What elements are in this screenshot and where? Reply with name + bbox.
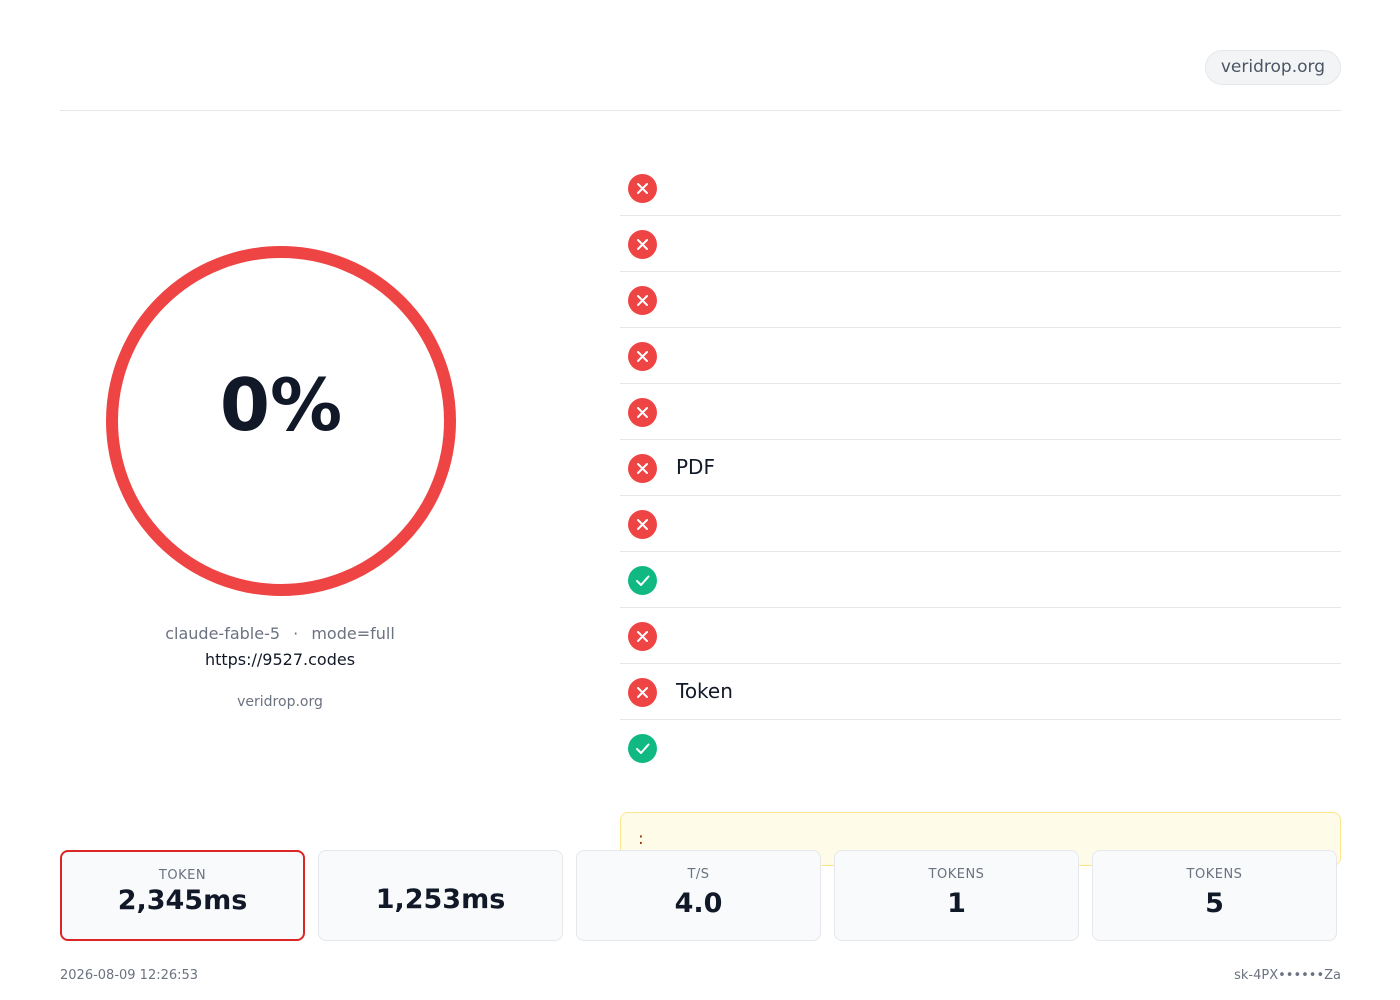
stat-card: TOKENS 1 (834, 850, 1079, 941)
stat-value: 1,253ms (375, 884, 506, 915)
score-ring: 0% (105, 245, 457, 597)
stat-value: 5 (1205, 888, 1224, 919)
x-circle-icon (628, 678, 657, 707)
check-list: PDF Token (620, 160, 1341, 776)
check-circle-icon (628, 566, 657, 595)
stats-bar: TOKEN 2,345ms 1,253ms T/S 4.0 TOKENS 1 TOKEN… (60, 850, 1341, 941)
footer-key: sk-4PX••••••Za (1234, 968, 1341, 983)
x-circle-icon (628, 230, 657, 259)
check-row (620, 496, 1341, 552)
model-info: claude-fable-5 · mode=full (60, 624, 500, 643)
stat-label: T/S (687, 867, 710, 882)
domain-badge[interactable]: veridrop.org (1204, 50, 1341, 85)
check-row (620, 608, 1341, 664)
stat-label: TOKENS (928, 867, 985, 882)
check-circle-icon (628, 734, 657, 763)
check-row (620, 272, 1341, 328)
x-circle-icon (628, 174, 657, 203)
check-row (620, 216, 1341, 272)
x-circle-icon (628, 510, 657, 539)
model-name: claude-fable-5 (165, 624, 281, 643)
stat-value: 2,345ms (117, 885, 248, 916)
powered-by: veridrop.org (237, 694, 323, 710)
stat-card: TOKEN 2,345ms (60, 850, 305, 941)
check-row (620, 160, 1341, 216)
check-label: Token (676, 679, 733, 703)
check-row (620, 384, 1341, 440)
check-row (620, 552, 1341, 608)
x-circle-icon (628, 622, 657, 651)
model-separator: · (293, 624, 299, 643)
header: veridrop.org (60, 0, 1341, 111)
stat-value: 1 (947, 888, 966, 919)
x-circle-icon (628, 286, 657, 315)
stat-label: TOKENS (1186, 867, 1243, 882)
stat-card: T/S 4.0 (576, 850, 821, 941)
model-mode: mode=full (311, 624, 395, 643)
check-row (620, 328, 1341, 384)
stat-card: 1,253ms (318, 850, 563, 941)
x-circle-icon (628, 454, 657, 483)
x-circle-icon (628, 398, 657, 427)
x-circle-icon (628, 342, 657, 371)
check-row: PDF (620, 440, 1341, 496)
score-value: 0% (219, 363, 343, 447)
stat-label: TOKEN (158, 868, 207, 883)
stat-card: TOKENS 5 (1092, 850, 1337, 941)
stat-value: 4.0 (674, 888, 723, 919)
check-row: Token (620, 664, 1341, 720)
check-label: PDF (676, 455, 715, 479)
footer-timestamp: 2026-08-09 12:26:53 (60, 968, 199, 983)
check-row (620, 720, 1341, 776)
endpoint-url[interactable]: https://9527.codes (60, 650, 500, 669)
